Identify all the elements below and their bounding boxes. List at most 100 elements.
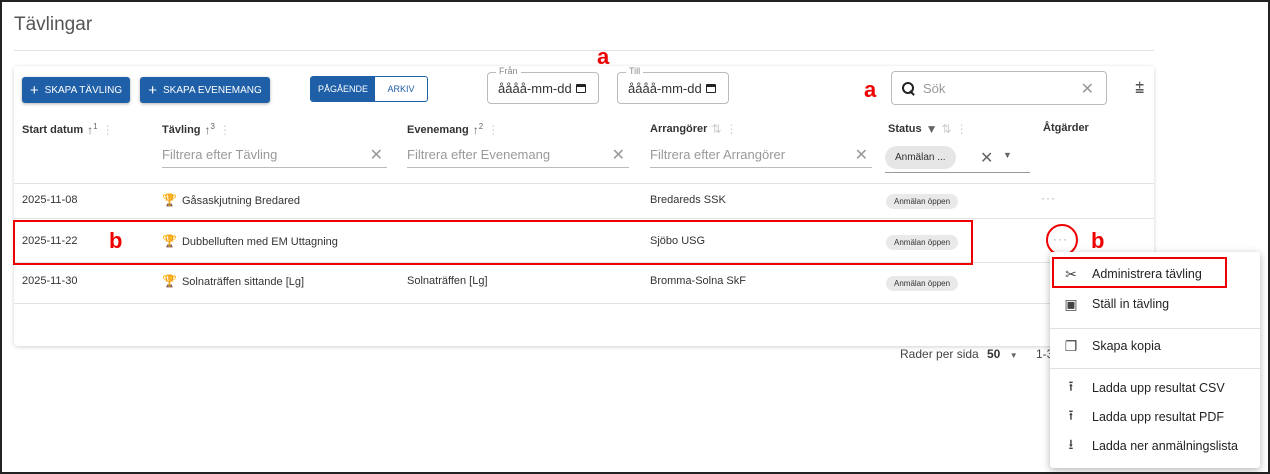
row-date: 2025-11-30 [22, 275, 78, 287]
menu-item-label: Ladda upp resultat CSV [1092, 381, 1225, 395]
sort-order-1: 1 [93, 122, 98, 131]
annotation-b-actions: b [1091, 228, 1105, 253]
create-event-button[interactable]: + SKAPA EVENEMANG [140, 77, 270, 103]
status-filter-select[interactable]: Anmälan ... ✕ ▼ [885, 143, 1030, 173]
trophy-icon: 🏆 [162, 274, 177, 288]
toggle-ongoing[interactable]: PÅGÅENDE [311, 77, 375, 101]
sort-asc-icon[interactable]: ↑3 [205, 122, 215, 137]
sort-icon[interactable]: ⇅ [942, 122, 952, 136]
filter-icon[interactable]: ▼ [926, 122, 938, 136]
clear-search-icon[interactable]: ✕ [1081, 79, 1094, 99]
menu-item-label: Skapa kopia [1092, 339, 1161, 353]
header-divider [14, 183, 1154, 184]
to-date-field[interactable]: Till åååå-mm-dd [617, 66, 729, 104]
row-date: 2025-11-08 [22, 194, 78, 206]
start-date-header-label: Start datum [22, 123, 84, 136]
competition-name: Gåsaskjutning Bredared [181, 195, 300, 207]
clear-status-icon[interactable]: ✕ [980, 148, 993, 168]
competition-header-label: Tävling [162, 123, 201, 136]
highlight-row-box [13, 220, 973, 265]
rows-per-page-label: Rader per sida [900, 347, 979, 361]
create-competition-button[interactable]: + SKAPA TÄVLING [22, 77, 130, 103]
menu-item-upload-pdf[interactable]: ⭱ Ladda upp resultat PDF [1050, 403, 1260, 431]
column-header-start-date[interactable]: Start datum ↑1 ⋮ [22, 122, 114, 137]
chevron-down-icon: ▼ [1009, 351, 1018, 360]
rows-per-page-value: 50 [987, 347, 1001, 361]
row-organizer: Bredareds SSK [650, 194, 726, 206]
status-filter-chip[interactable]: Anmälan ... [885, 146, 956, 169]
page-title: Tävlingar [14, 14, 93, 35]
toggle-archive[interactable]: ARKIV [375, 77, 427, 101]
competition-filter-placeholder: Filtrera efter Tävling [162, 147, 278, 162]
upload-icon: ⭱ [1068, 407, 1074, 423]
search-placeholder: Sök [923, 80, 946, 96]
plus-icon: + [29, 81, 39, 99]
row-organizer: Bromma-Solna SkF [650, 275, 746, 287]
menu-item-download-registrations[interactable]: ⭳ Ladda ner anmälningslista [1050, 432, 1260, 460]
column-header-competition[interactable]: Tävling ↑3 ⋮ [162, 122, 231, 137]
actions-header-label: Åtgärder [1043, 122, 1089, 134]
clear-filter-icon[interactable]: ✕ [370, 145, 383, 165]
row-competition[interactable]: 🏆 Gåsaskjutning Bredared [162, 193, 300, 207]
column-menu-icon[interactable]: ⋮ [956, 122, 968, 136]
column-menu-icon[interactable]: ⋮ [102, 123, 114, 137]
menu-divider [1050, 328, 1260, 329]
column-header-actions: Åtgärder [1043, 122, 1089, 134]
chevron-down-icon[interactable]: ▼ [1003, 150, 1012, 160]
create-competition-label: SKAPA TÄVLING [44, 84, 123, 96]
menu-item-upload-csv[interactable]: ⭱ Ladda upp resultat CSV [1050, 374, 1260, 402]
column-header-event[interactable]: Evenemang ↑2 ⋮ [407, 122, 499, 137]
menu-item-cancel-competition[interactable]: ▣ Ställ in tävling [1050, 290, 1260, 318]
search-input[interactable]: Sök ✕ [891, 71, 1107, 105]
competition-name: Solnaträffen sittande [Lg] [181, 276, 305, 288]
search-icon [902, 81, 915, 95]
calendar-icon[interactable] [575, 83, 586, 93]
column-menu-icon[interactable]: ⋮ [487, 123, 499, 137]
highlight-menu-item-box [1052, 257, 1227, 288]
sort-order-2: 2 [478, 122, 484, 131]
sort-order-3: 3 [210, 122, 215, 131]
event-filter-placeholder: Filtrera efter Evenemang [407, 147, 551, 162]
annotation-a-date: a [597, 44, 610, 69]
from-date-field[interactable]: Från åååå-mm-dd [487, 66, 599, 104]
organizers-header-label: Arrangörer [650, 123, 708, 135]
sort-asc-icon[interactable]: ↑1 [87, 122, 97, 137]
from-date-label: Från [496, 66, 521, 76]
menu-item-label: Ladda upp resultat PDF [1092, 410, 1225, 424]
row-divider [14, 218, 1154, 219]
column-menu-icon[interactable]: ⋮ [726, 122, 738, 136]
organizers-filter-input[interactable]: Filtrera efter Arrangörer ✕ [650, 142, 872, 168]
column-header-organizers[interactable]: Arrangörer ⇅ ⋮ [650, 122, 738, 136]
status-badge: Anmälan öppen [886, 276, 959, 291]
upload-icon: ⭱ [1068, 378, 1074, 394]
plus-icon: + [148, 81, 157, 99]
calendar-cancel-icon: ▣ [1064, 295, 1078, 312]
column-header-status[interactable]: Status ▼ ⇅ ⋮ [888, 122, 968, 136]
clear-filter-icon[interactable]: ✕ [612, 145, 625, 165]
to-date-value: åååå-mm-dd [628, 80, 702, 96]
title-divider [14, 50, 1154, 51]
calendar-icon[interactable] [705, 83, 716, 93]
sort-icon[interactable]: ⇅ [711, 122, 721, 136]
sort-asc-icon[interactable]: ↑2 [473, 122, 483, 137]
event-filter-input[interactable]: Filtrera efter Evenemang ✕ [407, 142, 629, 168]
annotation-b-row: b [109, 228, 123, 253]
column-menu-icon[interactable]: ⋮ [219, 123, 231, 137]
row-competition[interactable]: 🏆 Solnaträffen sittande [Lg] [162, 274, 304, 288]
menu-item-create-copy[interactable]: ❐ Skapa kopia [1050, 332, 1260, 360]
more-actions-icon[interactable]: ··· [1041, 191, 1056, 205]
menu-divider [1050, 368, 1260, 369]
copy-icon: ❐ [1064, 337, 1078, 354]
clear-filters-icon[interactable]: ⩲ [1135, 80, 1144, 98]
menu-item-label: Ställ in tävling [1092, 297, 1170, 311]
menu-item-label: Ladda ner anmälningslista [1092, 439, 1238, 453]
competition-filter-input[interactable]: Filtrera efter Tävling ✕ [162, 142, 387, 168]
status-header-label: Status [888, 123, 922, 135]
row-event: Solnaträffen [Lg] [407, 275, 488, 287]
rows-per-page-select[interactable]: 50 ▼ [987, 347, 1018, 361]
download-icon: ⭳ [1068, 436, 1074, 452]
organizers-filter-placeholder: Filtrera efter Arrangörer [650, 147, 786, 162]
ongoing-archive-toggle: PÅGÅENDE ARKIV [310, 76, 428, 102]
clear-filter-icon[interactable]: ✕ [855, 145, 868, 165]
row-divider [14, 303, 1154, 304]
